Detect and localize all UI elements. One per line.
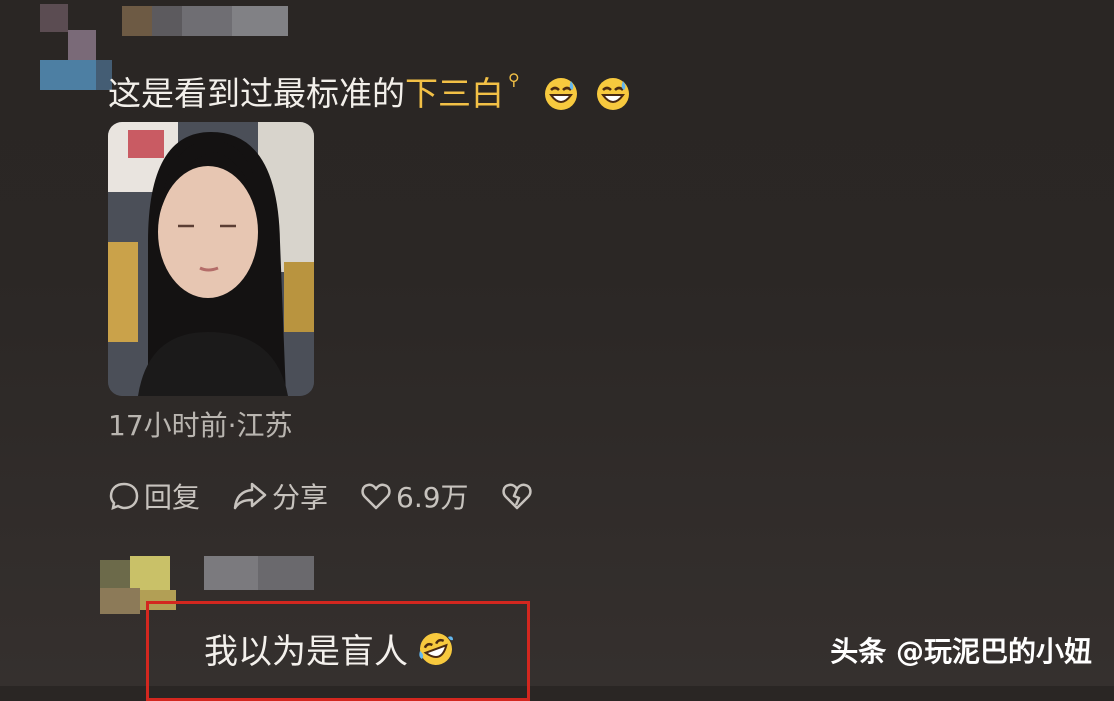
comment-meta: 17小时前·江苏 [108,409,293,442]
share-label: 分享 [272,481,329,514]
comment-text: 这是看到过最标准的 下三白 ⚲ [108,70,630,116]
portrait-photo [108,122,314,396]
search-keyword-link[interactable]: 下三白 [405,72,504,116]
rofl-emoji [419,632,453,665]
search-icon[interactable]: ⚲ [508,58,520,102]
comment-bubble-icon [109,482,139,511]
like-button[interactable]: 6.9万 [360,476,469,516]
comment-image[interactable] [108,122,314,396]
comment-actions: 回复 分享 6.9万 [108,476,569,516]
reply-comment: 我以为是盲人 [204,624,454,673]
broken-heart-icon [501,483,532,510]
share-arrow-icon [233,482,267,510]
grin-sweat-emoji [544,78,577,110]
reply-text: 我以为是盲人 [204,632,408,672]
share-button[interactable]: 分享 [232,476,328,516]
reply-label: 回复 [144,481,201,514]
heart-icon [361,483,391,510]
grin-sweat-emoji [596,78,629,110]
comment-text-main: 这是看到过最标准的 [108,74,405,113]
watermark: 头条 @玩泥巴的小妞 [830,635,1092,668]
reply-button[interactable]: 回复 [108,476,200,516]
like-count: 6.9万 [396,481,469,514]
dislike-button[interactable] [501,480,537,512]
